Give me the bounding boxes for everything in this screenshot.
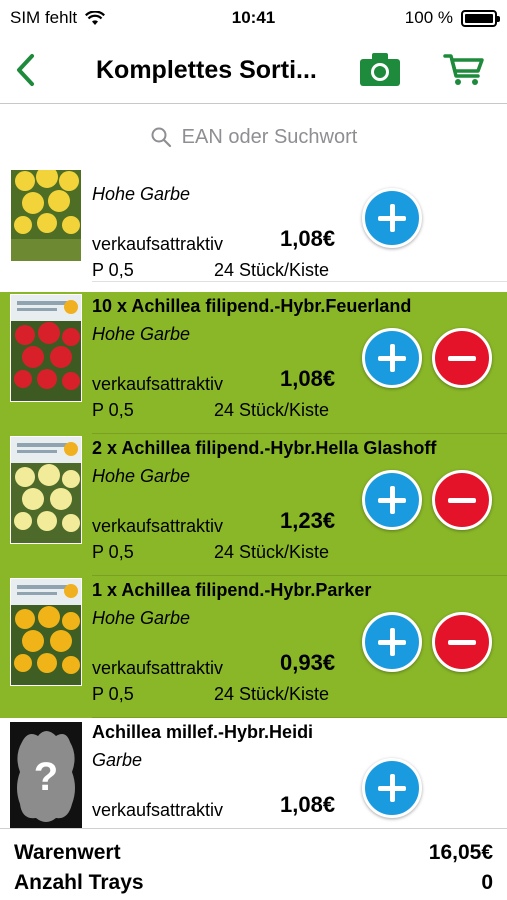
item-attribute: verkaufsattraktiv xyxy=(92,800,224,820)
item-price: 0,93€ xyxy=(280,650,336,675)
add-button[interactable] xyxy=(362,470,422,530)
add-button[interactable] xyxy=(362,758,422,818)
product-image xyxy=(10,170,82,262)
camera-icon xyxy=(360,53,400,86)
remove-button[interactable] xyxy=(432,470,492,530)
item-price: 1,08€ xyxy=(280,226,336,251)
camera-button[interactable] xyxy=(358,50,402,88)
product-image xyxy=(10,294,82,402)
search-input[interactable]: EAN oder Suchwort xyxy=(182,126,358,149)
remove-button[interactable] xyxy=(432,612,492,672)
add-button[interactable] xyxy=(362,612,422,672)
warenwert-value: 16,05€ xyxy=(428,841,493,864)
item-p-value: P 0,5 xyxy=(92,260,134,280)
item-name: Achillea millef.-Hybr.Heidi xyxy=(92,722,314,742)
list-item[interactable]: Hohe Garbe verkaufsattraktiv 1,08€ P 0,5… xyxy=(0,170,507,282)
item-attribute: verkaufsattraktiv xyxy=(92,658,224,678)
item-attribute: verkaufsattraktiv xyxy=(92,374,224,394)
item-pack-size: 24 Stück/Kiste xyxy=(214,400,330,420)
list-item[interactable]: ? Achillea millef.-Hybr.Heidi Garbe verk… xyxy=(0,718,507,828)
list-item[interactable]: 1 x Achillea filipend.-Hybr.Parker Hohe … xyxy=(0,576,507,718)
item-p-value: P 0,5 xyxy=(92,684,134,704)
item-subtitle: Hohe Garbe xyxy=(92,184,191,204)
battery-icon xyxy=(461,9,500,27)
product-image-placeholder: ? xyxy=(10,722,82,828)
back-button[interactable] xyxy=(12,52,42,88)
divider xyxy=(92,281,507,282)
item-price: 1,23€ xyxy=(280,508,336,533)
warenwert-label: Warenwert xyxy=(14,841,121,864)
svg-text:?: ? xyxy=(34,755,58,799)
battery-status: 100 % xyxy=(404,8,500,28)
cart-summary: Warenwert 16,05€ Anzahl Trays 0 xyxy=(0,828,507,900)
remove-button[interactable] xyxy=(432,328,492,388)
item-price: 1,08€ xyxy=(280,366,336,391)
list-item[interactable]: 2 x Achillea filipend.-Hybr.Hella Glasho… xyxy=(0,434,507,576)
add-button[interactable] xyxy=(362,328,422,388)
item-pack-size: 24 Stück/Kiste xyxy=(214,260,330,280)
battery-percent: 100 % xyxy=(404,8,453,27)
item-attribute: verkaufsattraktiv xyxy=(92,234,224,254)
trays-label: Anzahl Trays xyxy=(14,871,144,894)
item-p-value: P 0,5 xyxy=(92,542,134,562)
item-name: 10 x Achillea filipend.-Hybr.Feuerland xyxy=(92,296,412,316)
add-button[interactable] xyxy=(362,188,422,248)
question-mark-icon: ? xyxy=(10,722,82,828)
nav-bar: Komplettes Sorti... xyxy=(0,40,507,104)
item-pack-size: 24 Stück/Kiste xyxy=(214,542,330,562)
cart-button[interactable] xyxy=(442,50,486,88)
cart-icon xyxy=(443,54,484,85)
item-p-value: P 0,5 xyxy=(92,400,134,420)
item-subtitle: Hohe Garbe xyxy=(92,324,191,344)
search-icon xyxy=(151,127,171,148)
item-attribute: verkaufsattraktiv xyxy=(92,516,224,536)
item-subtitle: Hohe Garbe xyxy=(92,466,191,486)
item-pack-size: 24 Stück/Kiste xyxy=(214,684,330,704)
product-image xyxy=(10,436,82,544)
trays-value: 0 xyxy=(481,871,493,894)
item-name: 1 x Achillea filipend.-Hybr.Parker xyxy=(92,580,372,600)
search-bar[interactable]: EAN oder Suchwort xyxy=(0,105,507,169)
page-title: Komplettes Sorti... xyxy=(96,56,317,84)
item-price: 1,08€ xyxy=(280,792,336,817)
chevron-left-icon xyxy=(17,54,34,86)
status-bar: SIM fehlt 10:41 100 % xyxy=(0,0,507,40)
product-list[interactable]: Hohe Garbe verkaufsattraktiv 1,08€ P 0,5… xyxy=(0,170,507,828)
item-name: 2 x Achillea filipend.-Hybr.Hella Glasho… xyxy=(92,438,437,458)
product-image xyxy=(10,578,82,686)
item-subtitle: Garbe xyxy=(92,750,143,770)
item-subtitle: Hohe Garbe xyxy=(92,608,191,628)
list-item[interactable]: 10 x Achillea filipend.-Hybr.Feuerland H… xyxy=(0,292,507,434)
